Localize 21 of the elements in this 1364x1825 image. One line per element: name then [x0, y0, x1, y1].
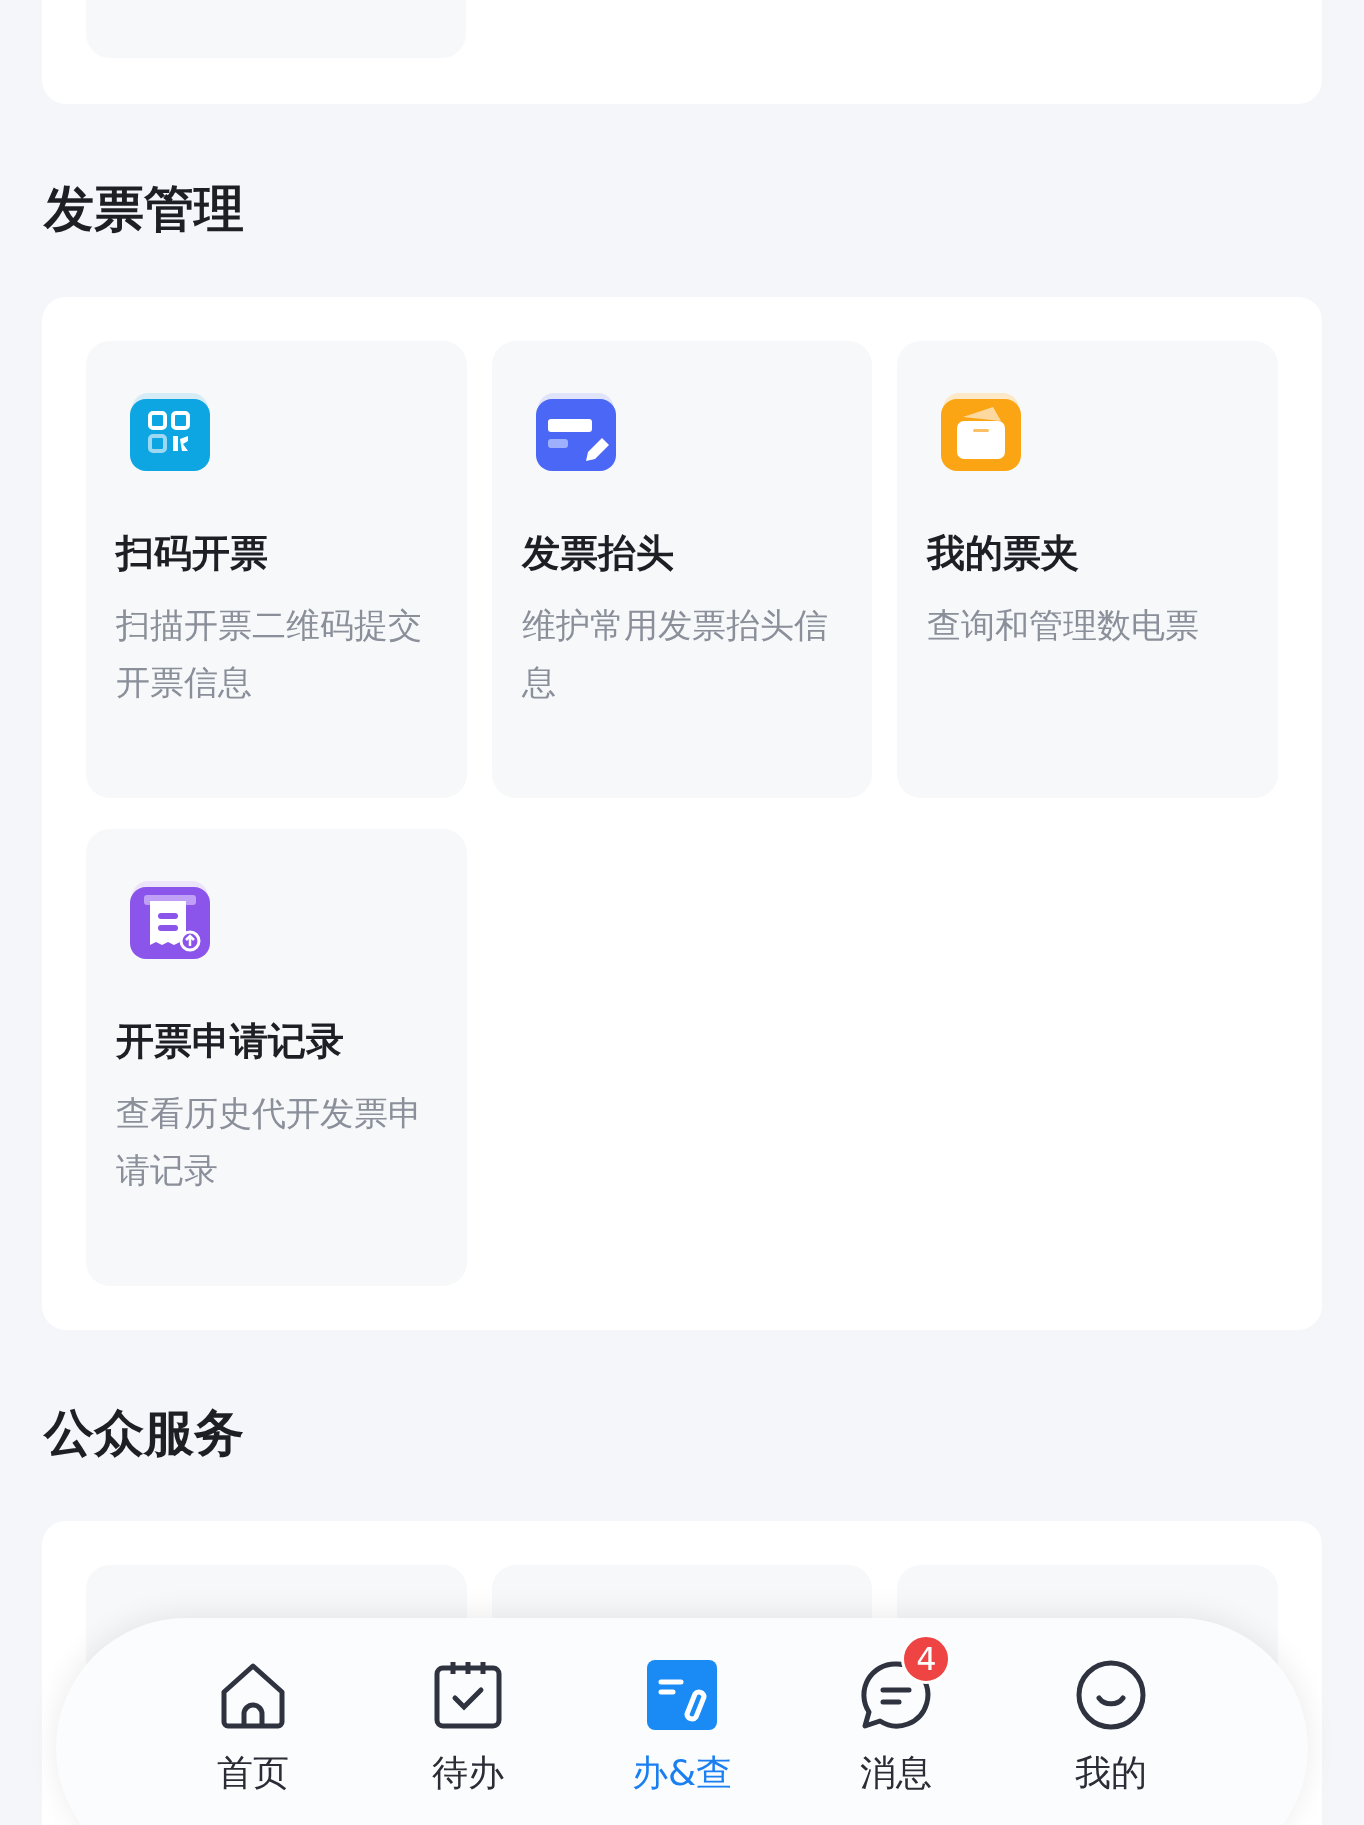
nav-tab[interactable]: 待办	[402, 1632, 533, 1825]
tile-title: 我的票夹	[927, 530, 1081, 577]
tile-title: 开票申请记录	[116, 1018, 345, 1065]
nav-tab[interactable]: 首页	[188, 1632, 319, 1825]
tile-title: 扫码开票	[116, 530, 269, 577]
nav-tab[interactable]: 办&查	[616, 1632, 747, 1825]
tile-description: 查看历史代开发票申请记录	[116, 1092, 423, 1192]
tile-description: 维护常用发票抬头信息	[521, 604, 829, 704]
service-tile[interactable]: 开票申请记录 查看历史代开发票申请记录	[86, 829, 467, 1286]
tile-title: 发票抬头	[521, 530, 675, 577]
nav-tab[interactable]: 消息 4	[831, 1632, 962, 1825]
nav-tab[interactable]: 我的	[1045, 1632, 1176, 1825]
list-pencil-icon	[644, 1658, 719, 1732]
service-tile[interactable]: 扫码开票 扫描开票二维码提交开票信息	[86, 341, 467, 798]
unread-count-badge: 4	[901, 1634, 952, 1684]
tile-description: 查询和管理数电票	[927, 604, 1201, 647]
tile-description: 扫描开票二维码提交开票信息	[116, 604, 423, 704]
section-heading: 发票管理	[44, 179, 245, 240]
service-tile[interactable]: 我的票夹 查询和管理数电票	[897, 341, 1278, 798]
service-tile[interactable]: 发票抬头 维护常用发票抬头信息	[491, 341, 873, 798]
section-heading: 公众服务	[44, 1403, 245, 1464]
